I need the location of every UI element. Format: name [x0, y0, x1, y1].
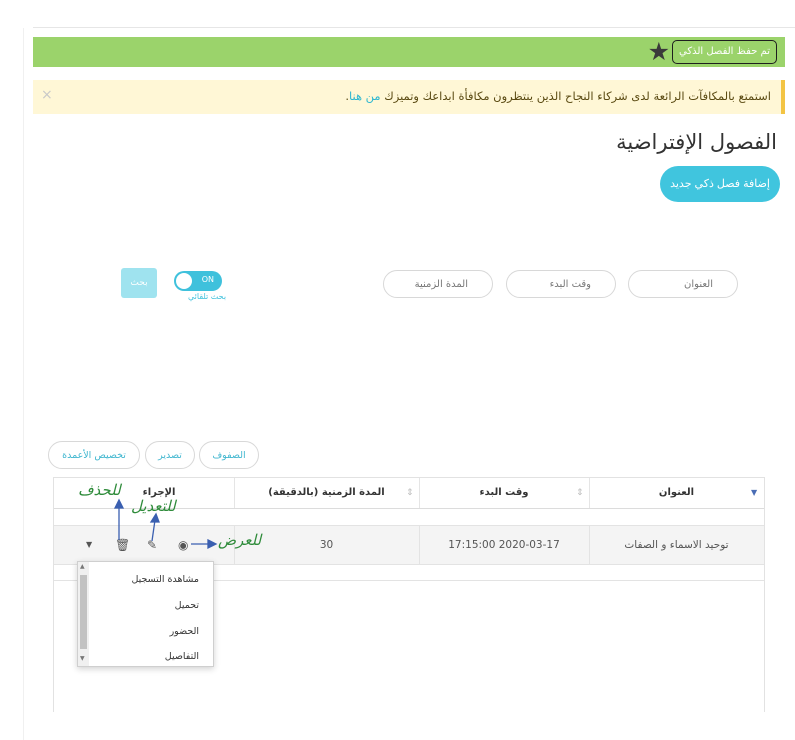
arrow-view-head	[207, 538, 218, 550]
arrow-delete-head	[113, 498, 125, 509]
annotation-arrows	[113, 498, 218, 550]
arrow-edit-head	[149, 512, 160, 523]
arrow-edit	[151, 519, 156, 542]
